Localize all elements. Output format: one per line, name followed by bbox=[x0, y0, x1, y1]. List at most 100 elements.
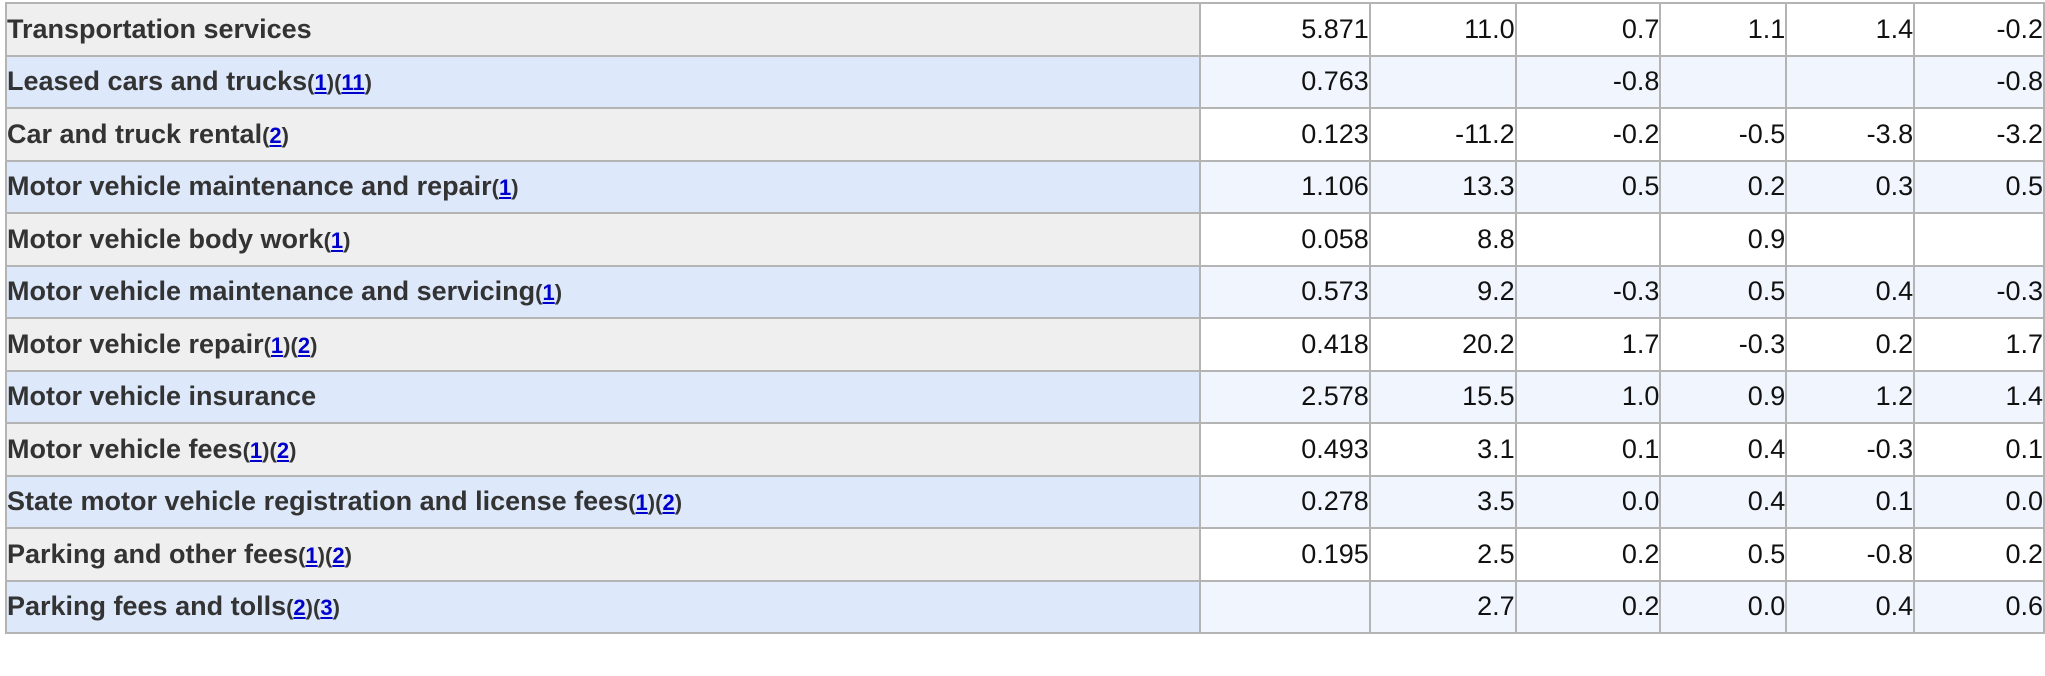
value-cell bbox=[1785, 212, 1916, 267]
value-cell: 1.4 bbox=[1913, 369, 2045, 424]
row-item-cell: Motor vehicle repair(1)(2) bbox=[5, 317, 1201, 372]
footnote-ref: (11) bbox=[334, 70, 372, 96]
value-cell: 0.3 bbox=[1785, 159, 1916, 214]
footnote-ref: (1) bbox=[263, 332, 291, 358]
footnote-link[interactable]: 1 bbox=[305, 543, 317, 568]
value-cell: 20.2 bbox=[1368, 317, 1517, 372]
table-row: Car and truck rental(2) 0.123 -11.2 -0.2 -0.… bbox=[5, 107, 2045, 162]
footnote-link[interactable]: 2 bbox=[662, 490, 674, 515]
row-label: Motor vehicle maintenance and repair bbox=[7, 171, 492, 202]
value-cell bbox=[1913, 212, 2045, 267]
footnote-link[interactable]: 1 bbox=[499, 175, 511, 200]
value-cell bbox=[1785, 54, 1916, 109]
row-label: Leased cars and trucks bbox=[7, 66, 308, 97]
footnote-link[interactable]: 3 bbox=[320, 595, 332, 620]
footnote-link[interactable]: 11 bbox=[341, 70, 364, 95]
value-cell: -0.3 bbox=[1785, 422, 1916, 477]
value-cell: -0.5 bbox=[1659, 107, 1788, 162]
value-cell: 13.3 bbox=[1368, 159, 1517, 214]
value-cell: 0.6 bbox=[1913, 579, 2045, 634]
value-cell: 0.763 bbox=[1199, 54, 1371, 109]
value-cell: 0.2 bbox=[1514, 579, 1662, 634]
value-cell: 0.5 bbox=[1514, 159, 1662, 214]
value-cell: 0.278 bbox=[1199, 474, 1371, 529]
row-item-cell: Motor vehicle maintenance and repair(1) bbox=[5, 159, 1201, 214]
footnote-link[interactable]: 1 bbox=[271, 333, 283, 358]
value-cell bbox=[1368, 54, 1517, 109]
value-cell: 11.0 bbox=[1368, 2, 1517, 57]
row-item-cell: Leased cars and trucks(1)(11) bbox=[5, 54, 1201, 109]
value-cell: -0.8 bbox=[1785, 527, 1916, 582]
value-cell: 0.2 bbox=[1659, 159, 1788, 214]
table-row: Transportation services 5.871 11.0 0.7 1.1 1.… bbox=[5, 2, 2045, 57]
footnote-ref: (2) bbox=[286, 595, 313, 621]
value-cell: -0.3 bbox=[1913, 264, 2045, 319]
row-item-cell: Parking fees and tolls(2)(3) bbox=[5, 579, 1201, 634]
value-cell: 0.5 bbox=[1913, 159, 2045, 214]
row-label: Parking and other fees bbox=[7, 538, 299, 569]
value-cell: -0.2 bbox=[1514, 107, 1662, 162]
value-cell: 0.9 bbox=[1659, 369, 1788, 424]
value-cell: 0.2 bbox=[1514, 527, 1662, 582]
value-cell: 0.1 bbox=[1514, 422, 1662, 477]
value-cell: -3.2 bbox=[1913, 107, 2045, 162]
footnote-ref: (1) bbox=[298, 542, 325, 568]
footnote-link[interactable]: 2 bbox=[269, 123, 281, 148]
value-cell: 2.5 bbox=[1368, 527, 1517, 582]
table-row: Motor vehicle repair(1)(2) 0.418 20.2 1.7 -0… bbox=[5, 317, 2045, 372]
value-cell bbox=[1514, 212, 1662, 267]
value-cell: 0.2 bbox=[1785, 317, 1916, 372]
row-item-cell: Motor vehicle fees(1)(2) bbox=[5, 422, 1201, 477]
value-cell: 5.871 bbox=[1199, 2, 1371, 57]
value-cell: 2.7 bbox=[1368, 579, 1517, 634]
footnote-link[interactable]: 2 bbox=[293, 595, 305, 620]
footnote-ref: (1) bbox=[307, 70, 335, 96]
value-cell: 0.7 bbox=[1514, 2, 1662, 57]
value-cell: 0.4 bbox=[1659, 474, 1788, 529]
footnote-link[interactable]: 1 bbox=[331, 228, 343, 253]
value-cell: 0.5 bbox=[1659, 527, 1788, 582]
value-cell: 0.195 bbox=[1199, 527, 1371, 582]
footnote-link[interactable]: 2 bbox=[298, 333, 310, 358]
value-cell: 0.1 bbox=[1913, 422, 2045, 477]
value-cell: 0.573 bbox=[1199, 264, 1371, 319]
footnote-ref: (1) bbox=[535, 280, 563, 306]
value-cell bbox=[1199, 579, 1371, 634]
footnote-ref: (2) bbox=[325, 542, 352, 568]
row-item-cell: Parking and other fees(1)(2) bbox=[5, 527, 1201, 582]
footnote-link[interactable]: 1 bbox=[250, 438, 262, 463]
value-cell: 0.4 bbox=[1785, 579, 1916, 634]
table-row: Leased cars and trucks(1)(11) 0.763 -0.8 -0… bbox=[5, 54, 2045, 109]
table-row: Motor vehicle maintenance and repair(1) 1… bbox=[5, 159, 2045, 214]
footnote-link[interactable]: 1 bbox=[636, 490, 648, 515]
row-item-cell: State motor vehicle registration and lic… bbox=[5, 474, 1201, 529]
row-item-cell: Motor vehicle body work(1) bbox=[5, 212, 1201, 267]
value-cell: -11.2 bbox=[1368, 107, 1517, 162]
value-cell: 1.7 bbox=[1514, 317, 1662, 372]
footnote-link[interactable]: 2 bbox=[332, 543, 344, 568]
row-label: State motor vehicle registration and lic… bbox=[7, 486, 629, 517]
row-item-cell: Motor vehicle insurance bbox=[5, 369, 1201, 424]
value-cell: 1.7 bbox=[1913, 317, 2045, 372]
value-cell bbox=[1659, 54, 1788, 109]
value-cell: 0.123 bbox=[1199, 107, 1371, 162]
value-cell: 15.5 bbox=[1368, 369, 1517, 424]
row-item-cell: Transportation services bbox=[5, 2, 1201, 57]
footnote-link[interactable]: 2 bbox=[277, 438, 289, 463]
row-label: Parking fees and tolls bbox=[7, 591, 287, 622]
footnote-link[interactable]: 1 bbox=[543, 280, 555, 305]
row-label: Motor vehicle fees bbox=[7, 433, 243, 464]
table-row: Motor vehicle insurance 2.578 15.5 1.0 0.9 1.… bbox=[5, 369, 2045, 424]
value-cell: 8.8 bbox=[1368, 212, 1517, 267]
value-cell: 0.1 bbox=[1785, 474, 1916, 529]
value-cell: 0.2 bbox=[1913, 527, 2045, 582]
table-body: Transportation services 5.871 11.0 0.7 1.1 1.… bbox=[5, 2, 2045, 634]
value-cell: 1.4 bbox=[1785, 2, 1916, 57]
row-label: Car and truck rental bbox=[7, 118, 263, 149]
value-cell: 1.2 bbox=[1785, 369, 1916, 424]
footnote-ref: (1) bbox=[242, 437, 270, 463]
footnote-link[interactable]: 1 bbox=[314, 70, 326, 95]
value-cell: 2.578 bbox=[1199, 369, 1371, 424]
value-cell: 0.4 bbox=[1659, 422, 1788, 477]
value-cell: 0.4 bbox=[1785, 264, 1916, 319]
